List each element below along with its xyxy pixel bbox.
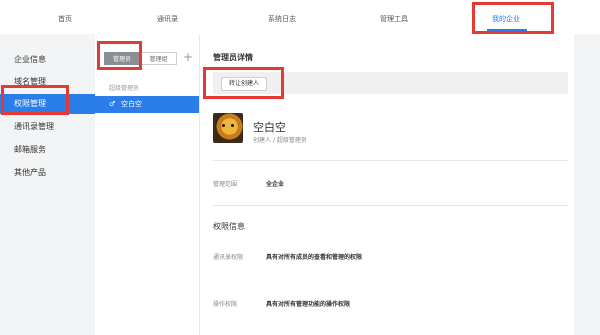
group-label: 超级管理员 bbox=[109, 85, 140, 92]
nav-my-company[interactable]: 我的企业 bbox=[492, 14, 520, 24]
sidebar-item-mail-service[interactable]: 邮箱服务 bbox=[0, 140, 95, 160]
sidebar-item-permissions[interactable]: 权限管理 bbox=[0, 94, 95, 114]
contacts-permission-label: 通讯录权限 bbox=[213, 254, 244, 261]
person-icon: ♂ bbox=[109, 100, 116, 108]
admin-list-panel: 管理员 管理组 + 超级管理员 ♂ 空白空 bbox=[95, 34, 200, 335]
member-name: 空白空 bbox=[121, 100, 142, 108]
sidebar-item-other-products[interactable]: 其他产品 bbox=[0, 163, 95, 183]
nav-system-log[interactable]: 系统日志 bbox=[268, 14, 296, 24]
contacts-permission-value: 具有对所有成员的查看和管理的权限 bbox=[266, 254, 363, 261]
transfer-creator-button[interactable]: 转让创建人 bbox=[221, 77, 268, 91]
plus-icon[interactable]: + bbox=[183, 50, 193, 64]
operations-permission-value: 具有对所有管理功能的操作权限 bbox=[266, 301, 351, 308]
detail-toolbar: 转让创建人 bbox=[213, 72, 568, 94]
operations-permission-label: 操作权限 bbox=[213, 301, 238, 308]
sidebar: 企业信息 域名管理 权限管理 通讯录管理 邮箱服务 其他产品 bbox=[0, 34, 95, 335]
nav-admin-tools[interactable]: 管理工具 bbox=[380, 14, 408, 24]
scope-value: 全企业 bbox=[266, 181, 285, 188]
nav-home[interactable]: 首页 bbox=[58, 14, 72, 24]
admin-detail-panel: 管理员详情 转让创建人 空白空 创建人 / 超级管理员 管理范围 全企业 权限信… bbox=[200, 34, 574, 335]
avatar bbox=[213, 113, 243, 143]
admin-name: 空白空 bbox=[253, 121, 286, 134]
divider bbox=[213, 160, 568, 161]
sidebar-item-contacts-management[interactable]: 通讯录管理 bbox=[0, 117, 95, 137]
tab-admin-groups[interactable]: 管理组 bbox=[140, 52, 177, 65]
member-row-selected[interactable]: ♂ 空白空 bbox=[95, 96, 199, 113]
admin-role: 创建人 / 超级管理员 bbox=[253, 137, 307, 144]
active-tab-indicator bbox=[487, 29, 527, 31]
scroll-gutter bbox=[574, 34, 600, 335]
sidebar-item-domain[interactable]: 域名管理 bbox=[0, 72, 95, 92]
tab-admins[interactable]: 管理员 bbox=[104, 52, 140, 65]
scope-label: 管理范围 bbox=[213, 181, 238, 188]
top-navigation: 首页 通讯录 系统日志 管理工具 我的企业 bbox=[0, 0, 600, 35]
nav-contacts[interactable]: 通讯录 bbox=[157, 14, 178, 24]
sidebar-item-company-info[interactable]: 企业信息 bbox=[0, 50, 95, 70]
page-title: 管理员详情 bbox=[213, 53, 253, 62]
divider bbox=[213, 205, 568, 206]
permissions-section-title: 权限信息 bbox=[213, 222, 245, 231]
